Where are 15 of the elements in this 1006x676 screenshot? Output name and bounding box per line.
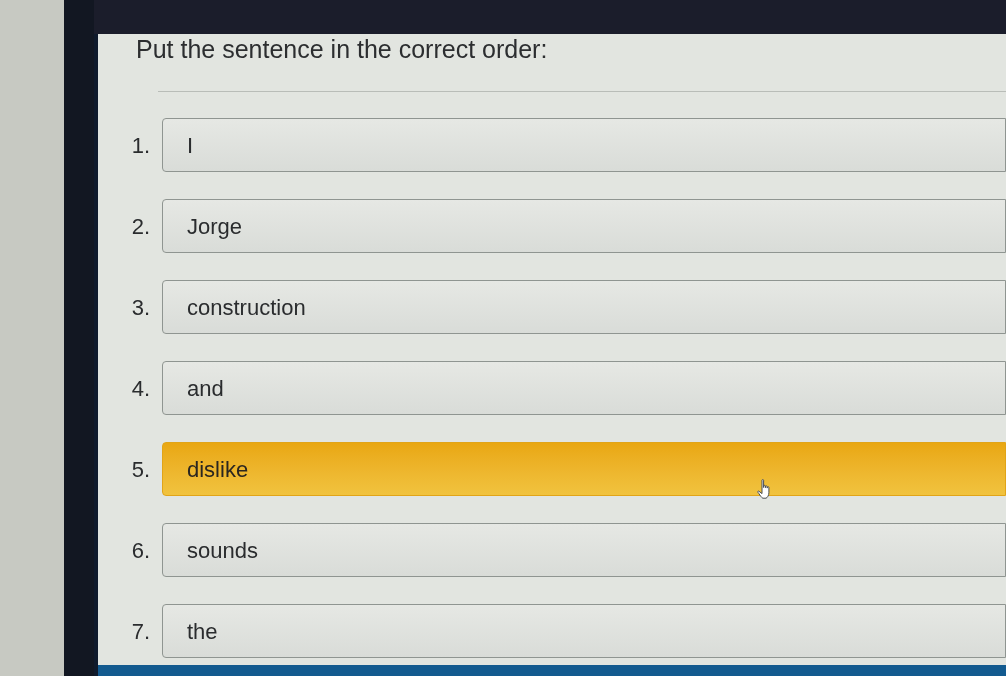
word-tile[interactable]: dislike bbox=[162, 442, 1006, 496]
item-number: 4. bbox=[130, 374, 150, 403]
word-tile[interactable]: the bbox=[162, 604, 1006, 658]
item-number: 1. bbox=[130, 131, 150, 160]
word-tile[interactable]: Jorge bbox=[162, 199, 1006, 253]
word-tile[interactable]: I bbox=[162, 118, 1006, 172]
item-number: 3. bbox=[130, 293, 150, 322]
word-tile[interactable]: and bbox=[162, 361, 1006, 415]
word-tile[interactable]: construction bbox=[162, 280, 1006, 334]
item-number: 5. bbox=[130, 455, 150, 484]
item-number: 7. bbox=[130, 617, 150, 646]
word-tile[interactable]: sounds bbox=[162, 523, 1006, 577]
item-number: 6. bbox=[130, 536, 150, 565]
instruction-text: Put the sentence in the correct order: bbox=[136, 35, 548, 63]
item-number: 2. bbox=[130, 212, 150, 241]
